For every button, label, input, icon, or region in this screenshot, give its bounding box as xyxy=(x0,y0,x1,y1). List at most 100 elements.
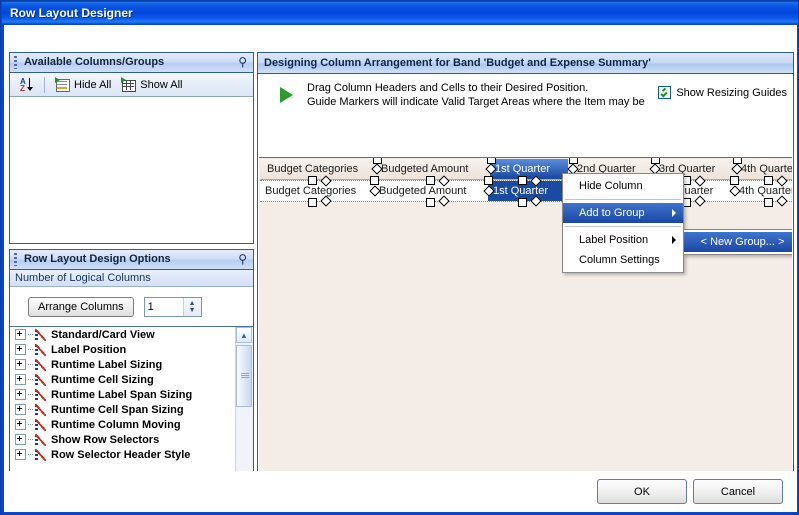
pin-icon[interactable]: ⚲ xyxy=(238,252,247,267)
available-columns-panel: Available Columns/Groups ⚲ A Z xyxy=(9,52,254,244)
column-context-menu[interactable]: Hide Column Add to Group Label Position … xyxy=(562,173,684,273)
column-cell-1st-quarter[interactable]: 1st Quarter xyxy=(488,181,568,201)
design-panel: Designing Column Arrangement for Band 'B… xyxy=(257,52,794,496)
hide-all-label: Hide All xyxy=(74,79,111,91)
column-header-1st-quarter[interactable]: 1st Quarter xyxy=(490,159,568,179)
column-header-label: Budget Categories xyxy=(267,163,358,175)
available-columns-list[interactable] xyxy=(10,97,253,243)
tree-item-label: Runtime Cell Sizing xyxy=(51,374,154,386)
tree-connector xyxy=(28,394,33,396)
menu-item-hide-column[interactable]: Hide Column xyxy=(563,176,683,196)
column-cell-row: Budget Categories Budgeted Amount 1st Qu… xyxy=(260,180,792,202)
expand-icon[interactable] xyxy=(15,359,26,370)
show-all-button[interactable]: Show All xyxy=(116,77,187,93)
column-header-label: Budgeted Amount xyxy=(381,163,468,175)
chevron-right-icon xyxy=(672,236,676,244)
tree-item[interactable]: Runtime Label Sizing xyxy=(10,357,236,372)
tree-item[interactable]: Standard/Card View xyxy=(10,327,236,342)
guide-marker-square xyxy=(426,176,435,185)
options-list-icon xyxy=(35,404,49,416)
toolbar-separator xyxy=(44,77,45,93)
tree-connector xyxy=(28,349,33,351)
expand-icon[interactable] xyxy=(15,434,26,445)
dialog-footer: OK Cancel xyxy=(7,471,794,509)
hide-all-button[interactable]: Hide All xyxy=(50,77,116,93)
options-list-icon xyxy=(35,374,49,386)
options-list-icon xyxy=(35,344,49,356)
options-list-icon xyxy=(35,329,49,341)
options-list-icon xyxy=(35,419,49,431)
menu-item-label: Column Settings xyxy=(579,254,660,266)
guide-marker-square xyxy=(764,198,773,207)
design-hint-line2: Guide Markers will indicate Valid Target… xyxy=(307,95,645,109)
hide-all-icon xyxy=(55,78,70,92)
design-options-tree-items: Standard/Card View Label Position Runtim… xyxy=(10,327,236,494)
arrange-columns-button[interactable]: Arrange Columns xyxy=(28,297,134,317)
menu-item-label: < New Group... > xyxy=(701,236,785,248)
tree-item[interactable]: Runtime Label Span Sizing xyxy=(10,387,236,402)
expand-icon[interactable] xyxy=(15,389,26,400)
show-resizing-guides-checkbox[interactable]: Show Resizing Guides xyxy=(658,86,787,99)
column-cell-label: 1st Quarter xyxy=(493,185,548,197)
window-client-area: Available Columns/Groups ⚲ A Z xyxy=(4,25,797,512)
expand-icon[interactable] xyxy=(15,449,26,460)
scroll-up-button[interactable]: ▲ xyxy=(236,327,252,343)
tree-item[interactable]: Runtime Cell Sizing xyxy=(10,372,236,387)
sort-az-icon: A Z xyxy=(20,77,34,93)
dock-grip-icon xyxy=(14,253,17,266)
column-cell-label: 4th Quarter xyxy=(739,185,792,197)
design-hint-line1: Drag Column Headers and Cells to their D… xyxy=(307,81,645,95)
layout-canvas[interactable]: Budget Categories Budgeted Amount 1st Qu… xyxy=(259,157,792,473)
logical-columns-stepper[interactable]: 1 ▲ ▼ xyxy=(144,297,202,317)
design-options-caption-label: Row Layout Design Options xyxy=(24,253,171,265)
logical-columns-group-label: Number of Logical Columns xyxy=(10,270,253,287)
column-cell-label: Budget Categories xyxy=(265,185,356,197)
design-hint-text: Drag Column Headers and Cells to their D… xyxy=(307,81,645,109)
expand-icon[interactable] xyxy=(15,329,26,340)
cancel-button[interactable]: Cancel xyxy=(693,479,783,504)
menu-item-label: Label Position xyxy=(579,234,648,246)
tree-item[interactable]: Show Row Selectors xyxy=(10,432,236,447)
column-header-label: 1st Quarter xyxy=(495,163,550,175)
expand-icon[interactable] xyxy=(15,419,26,430)
options-list-icon xyxy=(35,389,49,401)
design-options-tree[interactable]: Standard/Card View Label Position Runtim… xyxy=(10,327,253,494)
logical-columns-value[interactable]: 1 xyxy=(145,301,183,313)
column-cell-label: Budgeted Amount xyxy=(379,185,466,197)
menu-item-column-settings[interactable]: Column Settings xyxy=(563,250,683,270)
stepper-up-icon[interactable]: ▲ xyxy=(189,300,196,307)
tree-item-label: Runtime Label Sizing xyxy=(51,359,162,371)
expand-icon[interactable] xyxy=(15,374,26,385)
ok-button[interactable]: OK xyxy=(597,479,687,504)
stepper-down-icon[interactable]: ▼ xyxy=(189,307,196,314)
menu-item-new-group[interactable]: < New Group... > xyxy=(684,232,792,252)
tree-connector xyxy=(28,364,33,366)
tree-item[interactable]: Label Position xyxy=(10,342,236,357)
pin-icon[interactable]: ⚲ xyxy=(238,55,247,70)
options-list-icon xyxy=(35,449,49,461)
window-titlebar: Row Layout Designer xyxy=(2,2,798,24)
menu-item-add-to-group[interactable]: Add to Group xyxy=(563,203,683,223)
tree-item[interactable]: Runtime Cell Span Sizing xyxy=(10,402,236,417)
design-options-caption: Row Layout Design Options ⚲ xyxy=(10,250,253,270)
add-to-group-submenu[interactable]: < New Group... > xyxy=(683,229,792,255)
menu-separator xyxy=(565,226,681,227)
stepper-buttons[interactable]: ▲ ▼ xyxy=(183,298,201,316)
design-hint-bar: Drag Column Headers and Cells to their D… xyxy=(258,74,793,116)
tree-item[interactable]: Runtime Column Moving xyxy=(10,417,236,432)
guide-marker-square xyxy=(308,198,317,207)
scroll-thumb[interactable] xyxy=(236,345,252,407)
checkbox-check-icon[interactable] xyxy=(658,86,671,99)
column-header-budget-categories[interactable]: Budget Categories xyxy=(262,159,372,179)
tree-item[interactable]: Row Selector Header Style xyxy=(10,447,236,462)
expand-icon[interactable] xyxy=(15,404,26,415)
menu-item-label: Hide Column xyxy=(579,180,643,192)
expand-icon[interactable] xyxy=(15,344,26,355)
show-all-label: Show All xyxy=(140,79,182,91)
sort-az-button[interactable]: A Z xyxy=(15,76,39,94)
tree-vertical-scrollbar[interactable]: ▲ ▼ xyxy=(235,327,253,494)
window-title: Row Layout Designer xyxy=(10,6,133,20)
menu-item-label: Add to Group xyxy=(579,207,644,219)
menu-item-label-position[interactable]: Label Position xyxy=(563,230,683,250)
row-layout-designer-window: Row Layout Designer Available Columns/Gr… xyxy=(0,0,799,515)
